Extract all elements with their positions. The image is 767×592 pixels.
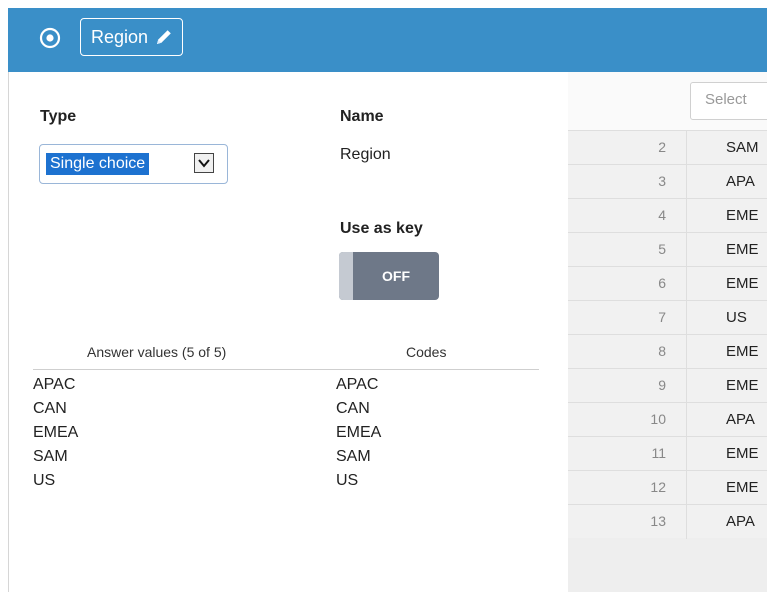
type-label: Type — [40, 108, 77, 125]
row-number: 7 — [658, 309, 666, 325]
circle-dot-icon[interactable] — [39, 27, 61, 49]
question-properties-panel: Type Name Single choice Region Use as ke… — [8, 72, 566, 592]
toggle-knob — [339, 252, 353, 300]
chevron-down-icon[interactable] — [194, 153, 214, 173]
grid-row[interactable]: 6 EME — [568, 266, 767, 301]
grid-row[interactable]: 2 SAM — [568, 130, 767, 165]
row-number: 4 — [658, 207, 666, 223]
row-number: 6 — [658, 275, 666, 291]
row-value: APA — [726, 513, 755, 530]
grid-row[interactable]: 11 EME — [568, 436, 767, 471]
cell-divider — [686, 437, 687, 471]
cell-divider — [686, 335, 687, 369]
row-number: 5 — [658, 241, 666, 257]
cell-divider — [686, 471, 687, 505]
answer-value: EMEA — [33, 424, 79, 441]
grid-row[interactable]: 8 EME — [568, 334, 767, 369]
answer-code: US — [336, 472, 359, 489]
cell-divider — [686, 369, 687, 403]
codes-header: Codes — [406, 344, 447, 360]
type-select[interactable]: Single choice — [39, 144, 228, 184]
cell-divider — [686, 403, 687, 437]
row-number: 2 — [658, 139, 666, 155]
column-filter-select[interactable]: Select — [690, 82, 767, 120]
row-value: EME — [726, 207, 759, 224]
answer-row[interactable]: CAN CAN — [33, 400, 533, 424]
pencil-icon — [157, 30, 171, 44]
row-value: EME — [726, 479, 759, 496]
grid-row[interactable]: 7 US — [568, 300, 767, 335]
answer-code: APAC — [336, 376, 379, 393]
title-edit-button[interactable]: Region — [80, 18, 184, 56]
cell-divider — [686, 131, 687, 165]
grid-row[interactable]: 9 EME — [568, 368, 767, 403]
row-number: 8 — [658, 343, 666, 359]
answer-values-list: APAC APAC CAN CAN EMEA EMEA SAM SAM US U… — [33, 376, 533, 496]
answer-row[interactable]: US US — [33, 472, 533, 496]
row-value: APA — [726, 173, 755, 190]
row-number: 12 — [650, 479, 666, 495]
answer-values-header: Answer values (5 of 5) — [87, 344, 227, 360]
grid-row[interactable]: 10 APA — [568, 402, 767, 437]
row-value: EME — [726, 241, 759, 258]
answer-code: CAN — [336, 400, 370, 417]
row-value: EME — [726, 445, 759, 462]
top-bar: Region — [8, 8, 767, 72]
header-divider — [33, 369, 539, 370]
row-number: 10 — [650, 411, 666, 427]
row-value: EME — [726, 343, 759, 360]
answer-value: SAM — [33, 448, 68, 465]
grid-header: Select — [568, 72, 767, 130]
cell-divider — [686, 301, 687, 335]
name-label: Name — [340, 108, 384, 125]
name-value: Region — [340, 146, 391, 163]
row-value: EME — [726, 275, 759, 292]
row-value: US — [726, 309, 747, 326]
row-value: EME — [726, 377, 759, 394]
grid-row[interactable]: 3 APA — [568, 164, 767, 199]
cell-divider — [686, 233, 687, 267]
grid-row[interactable]: 13 APA — [568, 504, 767, 539]
row-value: SAM — [726, 139, 759, 156]
grid-row[interactable]: 5 EME — [568, 232, 767, 267]
grid-row[interactable]: 4 EME — [568, 198, 767, 233]
answer-value: US — [33, 472, 56, 489]
type-select-value: Single choice — [46, 153, 150, 175]
answer-value: CAN — [33, 400, 67, 417]
grid-row[interactable]: 12 EME — [568, 470, 767, 505]
answer-value: APAC — [33, 376, 76, 393]
data-grid: Select 2 SAM 3 APA 4 EME 5 EME 6 EME 7 U… — [568, 72, 767, 592]
use-as-key-toggle[interactable]: OFF — [339, 252, 439, 300]
answer-code: SAM — [336, 448, 371, 465]
row-number: 11 — [651, 445, 666, 461]
answer-row[interactable]: SAM SAM — [33, 448, 533, 472]
use-as-key-label: Use as key — [340, 220, 423, 237]
cell-divider — [686, 165, 687, 199]
row-number: 9 — [658, 377, 666, 393]
row-number: 3 — [658, 173, 666, 189]
toggle-state: OFF — [382, 268, 410, 284]
row-value: APA — [726, 411, 755, 428]
answer-row[interactable]: EMEA EMEA — [33, 424, 533, 448]
cell-divider — [686, 505, 687, 539]
row-number: 13 — [650, 513, 666, 529]
title-text: Region — [91, 26, 149, 47]
cell-divider — [686, 199, 687, 233]
answer-code: EMEA — [336, 424, 382, 441]
cell-divider — [686, 267, 687, 301]
answer-row[interactable]: APAC APAC — [33, 376, 533, 400]
